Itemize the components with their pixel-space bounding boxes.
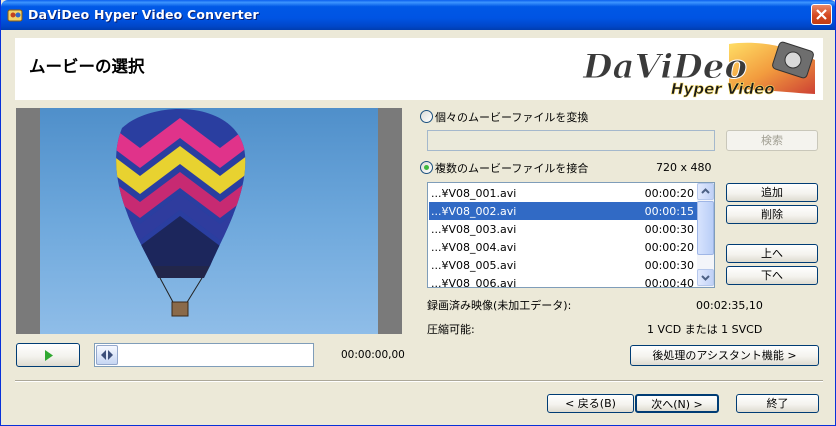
file-list-scrollbar[interactable]	[697, 183, 714, 287]
file-duration: 00:00:20	[644, 187, 694, 200]
compress-value: 1 VCD または 1 SVCD	[647, 323, 763, 336]
footer-divider	[15, 380, 823, 382]
file-duration: 00:00:20	[644, 241, 694, 254]
post-processing-assistant-button[interactable]: 後処理のアシスタント機能 >	[630, 345, 819, 366]
page-title: ムービーの選択	[29, 57, 145, 76]
window-title: DaViDeo Hyper Video Converter	[28, 7, 259, 22]
file-duration: 00:00:30	[644, 259, 694, 272]
single-file-label[interactable]: 個々のムービーファイルを変換	[435, 109, 588, 125]
multi-file-label[interactable]: 複数のムービーファイルを接合	[435, 160, 588, 176]
next-button[interactable]: 次へ(N) >	[635, 394, 719, 413]
file-name: ...¥V08_004.avi	[431, 241, 517, 254]
video-preview	[16, 108, 402, 334]
single-file-radio[interactable]	[420, 110, 433, 123]
back-button[interactable]: < 戻る(B)	[547, 394, 634, 413]
svg-text:Hyper Video: Hyper Video	[671, 80, 775, 98]
file-name: ...¥V08_002.avi	[431, 205, 517, 218]
file-name: ...¥V08_006.avi	[431, 277, 517, 288]
preview-frame	[40, 108, 378, 334]
list-item[interactable]: ...¥V08_004.avi 00:00:20	[429, 238, 698, 256]
recorded-label: 録画済み映像(未加工データ):	[427, 299, 572, 312]
playback-timecode: 00:00:00,00	[341, 349, 405, 361]
chevron-up-icon	[701, 188, 710, 194]
compress-label: 圧縮可能:	[427, 323, 475, 336]
file-duration: 00:00:40	[644, 277, 694, 288]
list-item[interactable]: ...¥V08_001.avi 00:00:20	[429, 184, 698, 202]
file-duration: 00:00:30	[644, 223, 694, 236]
move-down-button[interactable]: 下へ	[726, 266, 818, 285]
list-item[interactable]: ...¥V08_003.avi 00:00:30	[429, 220, 698, 238]
browse-button: 検索	[726, 130, 818, 151]
move-up-button[interactable]: 上へ	[726, 244, 818, 263]
file-duration: 00:00:15	[644, 205, 694, 218]
file-name: ...¥V08_005.avi	[431, 259, 517, 272]
main-window: DaViDeo Hyper Video Converter ムービーの選択 Da…	[0, 0, 836, 426]
play-button[interactable]	[16, 343, 80, 367]
add-button[interactable]: 追加	[726, 183, 818, 202]
file-name: ...¥V08_003.avi	[431, 223, 517, 236]
chevron-down-icon	[701, 275, 710, 281]
app-icon	[7, 9, 23, 22]
play-icon	[45, 350, 53, 361]
seek-bar[interactable]	[94, 343, 314, 367]
close-icon	[816, 9, 827, 20]
list-item[interactable]: ...¥V08_005.avi 00:00:30	[429, 256, 698, 274]
scroll-thumb[interactable]	[697, 201, 714, 255]
scroll-up-button[interactable]	[697, 183, 714, 200]
davideo-logo: DaViDeo Hyper Video	[582, 41, 815, 98]
header-band: ムービーの選択 DaViDeo Hyper Video	[15, 38, 823, 100]
single-file-path-input	[427, 130, 715, 151]
close-button[interactable]	[811, 4, 832, 25]
list-item[interactable]: ...¥V08_006.avi 00:00:40	[429, 274, 698, 288]
seek-thumb[interactable]	[96, 345, 118, 365]
scroll-down-button[interactable]	[697, 269, 714, 286]
file-list[interactable]: ...¥V08_001.avi 00:00:20 ...¥V08_002.avi…	[427, 182, 715, 288]
list-item-selected[interactable]: ...¥V08_002.avi 00:00:15	[429, 202, 698, 220]
recorded-value: 00:02:35,10	[696, 299, 763, 312]
video-resolution: 720 x 480	[656, 161, 712, 174]
seek-handle-icon	[101, 350, 113, 360]
file-name: ...¥V08_001.avi	[431, 187, 517, 200]
finish-button[interactable]: 終了	[736, 394, 819, 413]
remove-button[interactable]: 削除	[726, 205, 818, 224]
title-bar[interactable]: DaViDeo Hyper Video Converter	[1, 0, 835, 30]
multi-file-radio[interactable]	[420, 161, 433, 174]
balloon-image	[116, 109, 246, 317]
